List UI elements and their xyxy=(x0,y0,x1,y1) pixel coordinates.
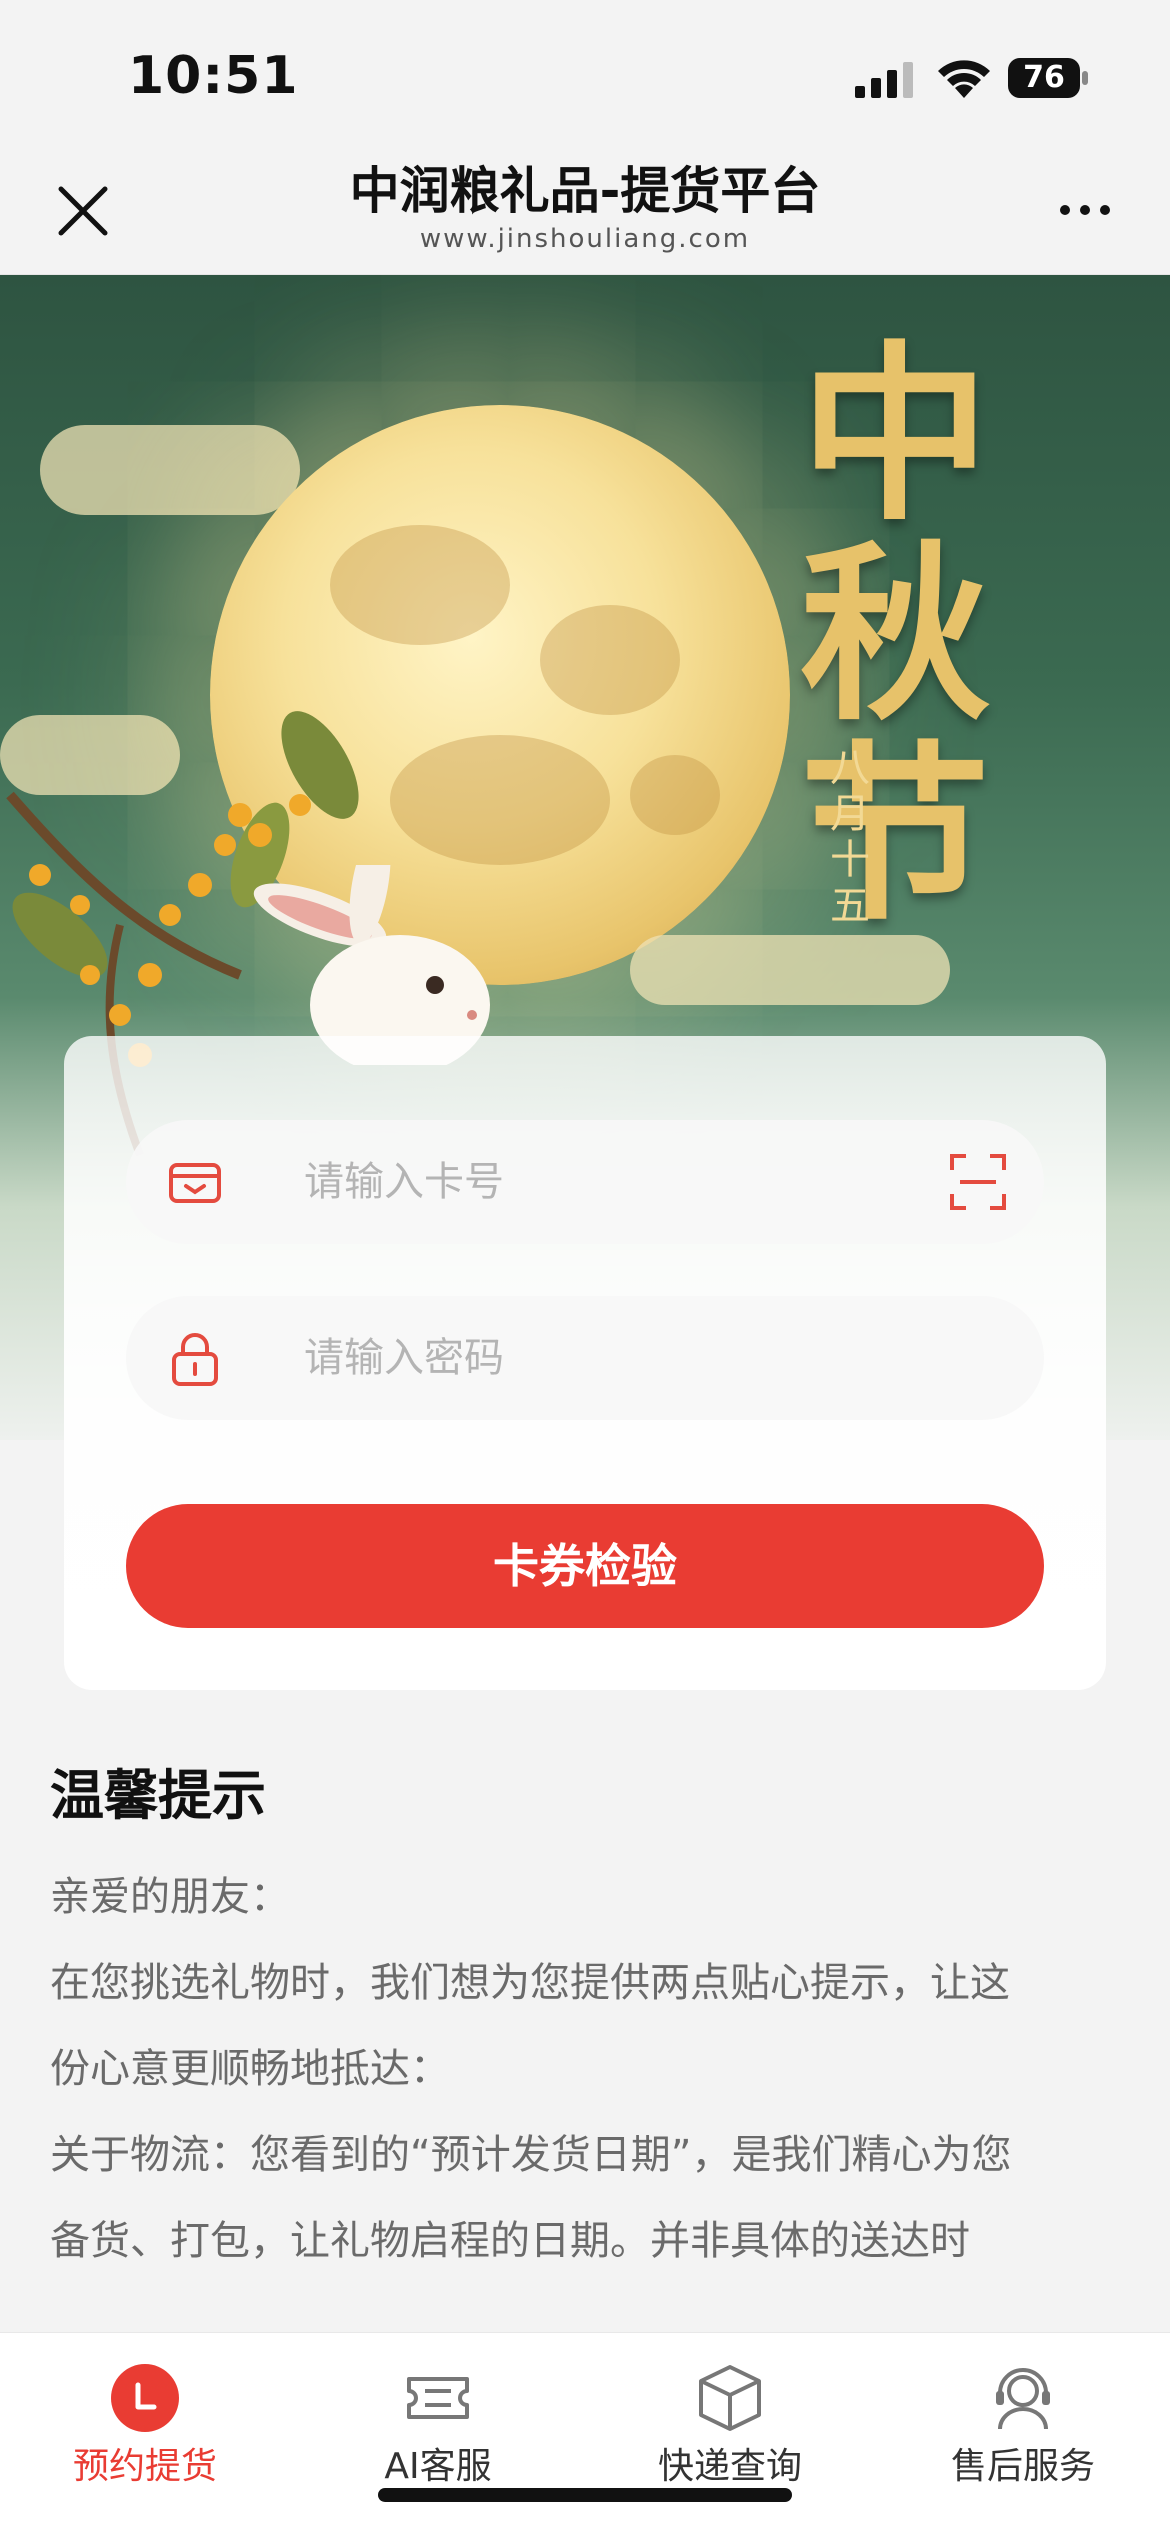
package-icon xyxy=(699,2365,761,2431)
card-icon xyxy=(169,1163,221,1203)
tab-after-sales[interactable]: 售后服务 xyxy=(913,2361,1133,2501)
tips-paragraph: 在您挑选礼物时，我们想为您提供两点贴心提示，让这 xyxy=(50,1960,1010,2006)
battery-icon: 76 xyxy=(1008,58,1088,100)
card-number-placeholder: 请输入卡号 xyxy=(304,1159,504,1205)
tab-ai-service[interactable]: AI客服 xyxy=(328,2361,548,2501)
more-dot-icon xyxy=(1100,205,1110,215)
ticket-icon xyxy=(407,2377,469,2419)
tab-label: 预约提货 xyxy=(72,2446,217,2487)
rabbit-illustration xyxy=(253,865,490,1065)
scan-icon[interactable] xyxy=(948,1152,1008,1212)
home-indicator[interactable] xyxy=(378,2488,792,2502)
wifi-icon xyxy=(938,60,990,98)
battery-level: 76 xyxy=(1008,58,1080,98)
tips-title: 温馨提示 xyxy=(50,1764,266,1827)
redeem-card-form: 请输入卡号 请输入密码 卡券检验 xyxy=(64,1036,1106,1690)
more-options-button[interactable] xyxy=(1050,190,1120,230)
page-url: www.jinshouliang.com xyxy=(419,224,751,254)
card-number-field[interactable]: 请输入卡号 xyxy=(126,1120,1044,1244)
bottom-tab-bar: 预约提货 AI客服 快递查询 售后服务 xyxy=(0,2332,1170,2533)
nav-bar: 中润粮礼品-提货平台 www.jinshouliang.com xyxy=(0,140,1170,275)
tips-paragraph: 关于物流：您看到的“预计发货日期”，是我们精心为您 xyxy=(50,2132,1012,2178)
password-placeholder: 请输入密码 xyxy=(304,1335,504,1381)
verify-card-button[interactable]: 卡券检验 xyxy=(126,1504,1044,1628)
cloud-decoration xyxy=(40,425,300,515)
nav-title-block: 中润粮礼品-提货平台 www.jinshouliang.com xyxy=(235,158,935,254)
status-time: 10:51 xyxy=(128,46,299,106)
more-dot-icon xyxy=(1080,205,1090,215)
close-button[interactable] xyxy=(52,180,114,242)
lock-icon xyxy=(172,1333,218,1386)
page-title: 中润粮礼品-提货平台 xyxy=(349,162,821,220)
headset-icon xyxy=(996,2368,1050,2430)
more-dot-icon xyxy=(1060,205,1070,215)
cellular-signal-icon xyxy=(855,62,913,98)
status-bar: 10:51 76 xyxy=(0,0,1170,140)
tab-express-query[interactable]: 快递查询 xyxy=(620,2361,840,2501)
tab-label: AI客服 xyxy=(384,2446,492,2487)
tab-label: 售后服务 xyxy=(950,2446,1095,2487)
banner-date-art: 八月十五 xyxy=(830,745,870,929)
home-icon xyxy=(111,2364,179,2432)
tips-paragraph: 份心意更顺畅地抵达： xyxy=(50,2046,450,2092)
tips-paragraph: 备货、打包，让礼物启程的日期。并非具体的送达时 xyxy=(50,2218,970,2264)
tab-pickup[interactable]: 预约提货 xyxy=(35,2361,255,2501)
close-icon xyxy=(58,186,108,236)
tab-label: 快递查询 xyxy=(657,2446,802,2487)
tips-section: 温馨提示 亲爱的朋友： 在您挑选礼物时，我们想为您提供两点贴心提示，让这 份心意… xyxy=(50,1760,1120,2284)
tips-paragraph: 亲爱的朋友： xyxy=(50,1874,290,1920)
password-field[interactable]: 请输入密码 xyxy=(126,1296,1044,1420)
